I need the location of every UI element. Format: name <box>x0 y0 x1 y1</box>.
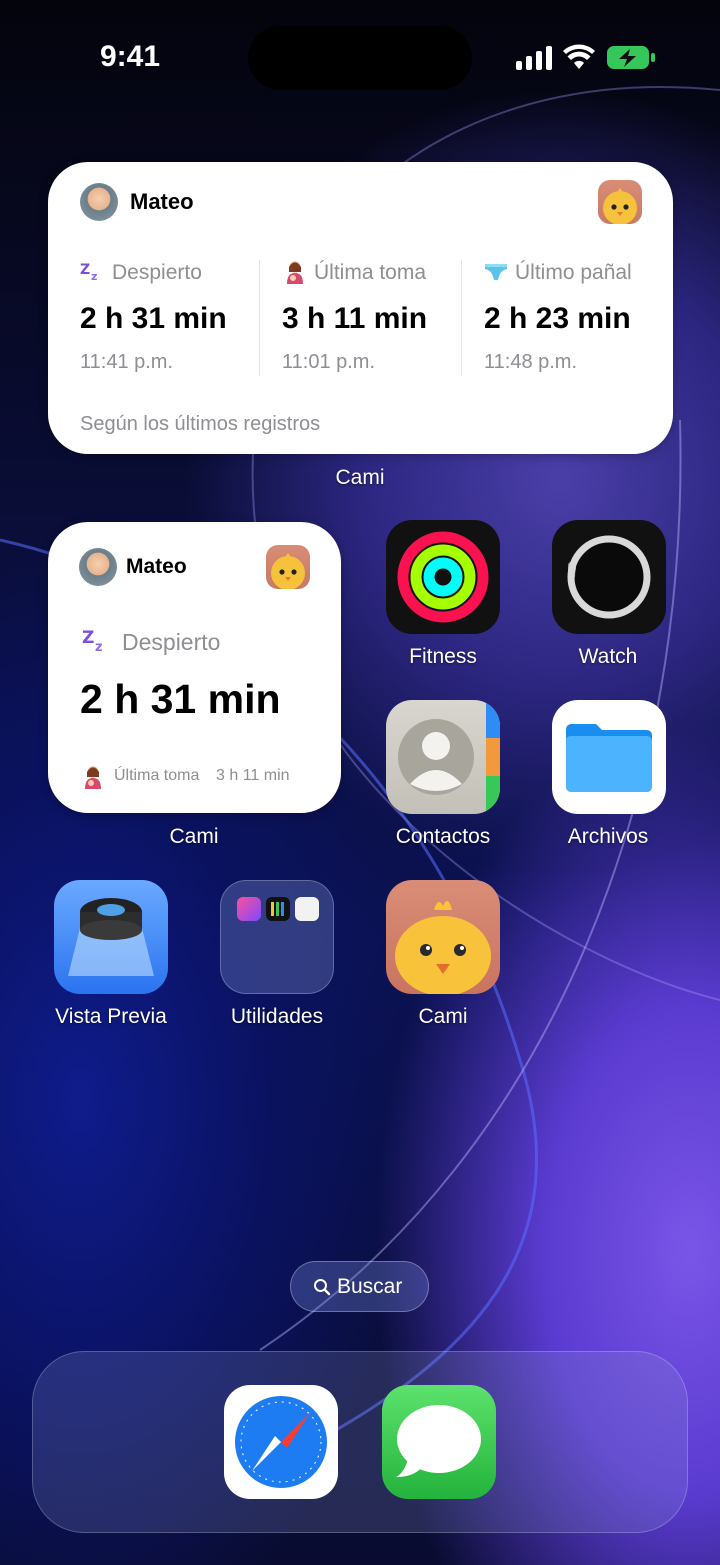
last-feed-time: 11:01 p.m. <box>282 351 376 373</box>
shortcuts-mini-icon <box>237 897 261 921</box>
archivos-label: Archivos <box>567 825 649 848</box>
vista-previa-app-icon[interactable] <box>54 880 168 994</box>
last-diaper-time: 11:48 p.m. <box>484 351 578 373</box>
cami-small-widget[interactable]: Mateo Z z Despierto 2 h 31 min Última to… <box>48 522 341 813</box>
diaper-icon <box>485 264 507 280</box>
search-label: Buscar <box>337 1275 403 1298</box>
home-screen: 9:41 Mateo Z z Despierto 2 h 31 min 11:4… <box>0 0 720 1565</box>
child-name: Mateo <box>126 555 187 578</box>
contactos-label: Contactos <box>395 825 491 848</box>
cami-large-widget[interactable]: Mateo Z z Despierto 2 h 31 min 11:41 p.m… <box>48 162 673 454</box>
calculator-mini-icon <box>295 897 319 921</box>
widget-app-label: Cami <box>335 466 385 489</box>
chick-icon <box>395 900 491 994</box>
awake-label: Despierto <box>122 629 221 655</box>
svg-text:z: z <box>95 640 103 655</box>
awake-duration: 2 h 31 min <box>80 302 227 335</box>
watch-app-icon[interactable] <box>552 520 666 634</box>
activity-rings-icon <box>397 531 489 623</box>
dynamic-island <box>248 26 472 90</box>
column-divider <box>461 260 462 376</box>
cellular-signal-icon <box>516 46 552 70</box>
last-feed-label: Última toma <box>314 261 427 284</box>
svg-text:Z: Z <box>80 262 90 278</box>
messages-app-icon[interactable] <box>382 1385 496 1499</box>
sleep-zz-icon: Z z <box>80 262 97 283</box>
cami-chick-icon <box>266 545 310 589</box>
wifi-icon <box>563 44 595 69</box>
safari-app-icon[interactable] <box>224 1385 338 1499</box>
svg-text:z: z <box>91 270 97 283</box>
contacts-person-icon <box>398 700 500 814</box>
watch-icon <box>567 535 651 619</box>
folder-icon <box>566 724 652 792</box>
dock <box>32 1351 688 1533</box>
battery-charging-icon <box>607 46 655 69</box>
vista-previa-label: Vista Previa <box>55 1005 167 1028</box>
awake-duration: 2 h 31 min <box>80 676 281 722</box>
cami-app-icon[interactable] <box>386 880 500 994</box>
last-feed-value: 3 h 11 min <box>216 767 290 784</box>
baby-avatar <box>79 548 117 586</box>
compass-icon <box>235 1396 327 1488</box>
feeding-mother-icon <box>85 766 101 789</box>
search-button[interactable]: Buscar <box>290 1261 429 1312</box>
awake-label: Despierto <box>112 261 202 284</box>
sleep-zz-icon: Z z <box>82 628 103 655</box>
speech-bubble-icon <box>396 1405 481 1477</box>
svg-text:Z: Z <box>82 628 94 648</box>
cami-chick-icon <box>598 180 642 224</box>
cami-app-label: Cami <box>418 1005 468 1028</box>
awake-time: 11:41 p.m. <box>80 351 174 373</box>
loupe-icon <box>68 898 154 976</box>
widget-app-label: Cami <box>169 825 219 848</box>
baby-avatar <box>80 183 118 221</box>
fitness-app-icon[interactable] <box>386 520 500 634</box>
widget-footer: Según los últimos registros <box>80 413 321 435</box>
passwords-mini-icon <box>266 897 290 921</box>
last-diaper-label: Último pañal <box>515 261 632 284</box>
column-divider <box>259 260 260 376</box>
watch-label: Watch <box>578 645 638 668</box>
child-name: Mateo <box>130 189 194 214</box>
contactos-app-icon[interactable] <box>386 700 500 814</box>
utilidades-label: Utilidades <box>230 1005 324 1028</box>
last-diaper-duration: 2 h 23 min <box>484 302 631 335</box>
utilidades-folder[interactable] <box>220 880 334 994</box>
status-time: 9:41 <box>100 40 161 73</box>
archivos-app-icon[interactable] <box>552 700 666 814</box>
search-icon <box>314 1279 331 1296</box>
fitness-label: Fitness <box>409 645 477 668</box>
last-feed-label: Última toma <box>114 767 200 784</box>
feeding-mother-icon <box>287 261 303 284</box>
last-feed-duration: 3 h 11 min <box>282 302 428 335</box>
